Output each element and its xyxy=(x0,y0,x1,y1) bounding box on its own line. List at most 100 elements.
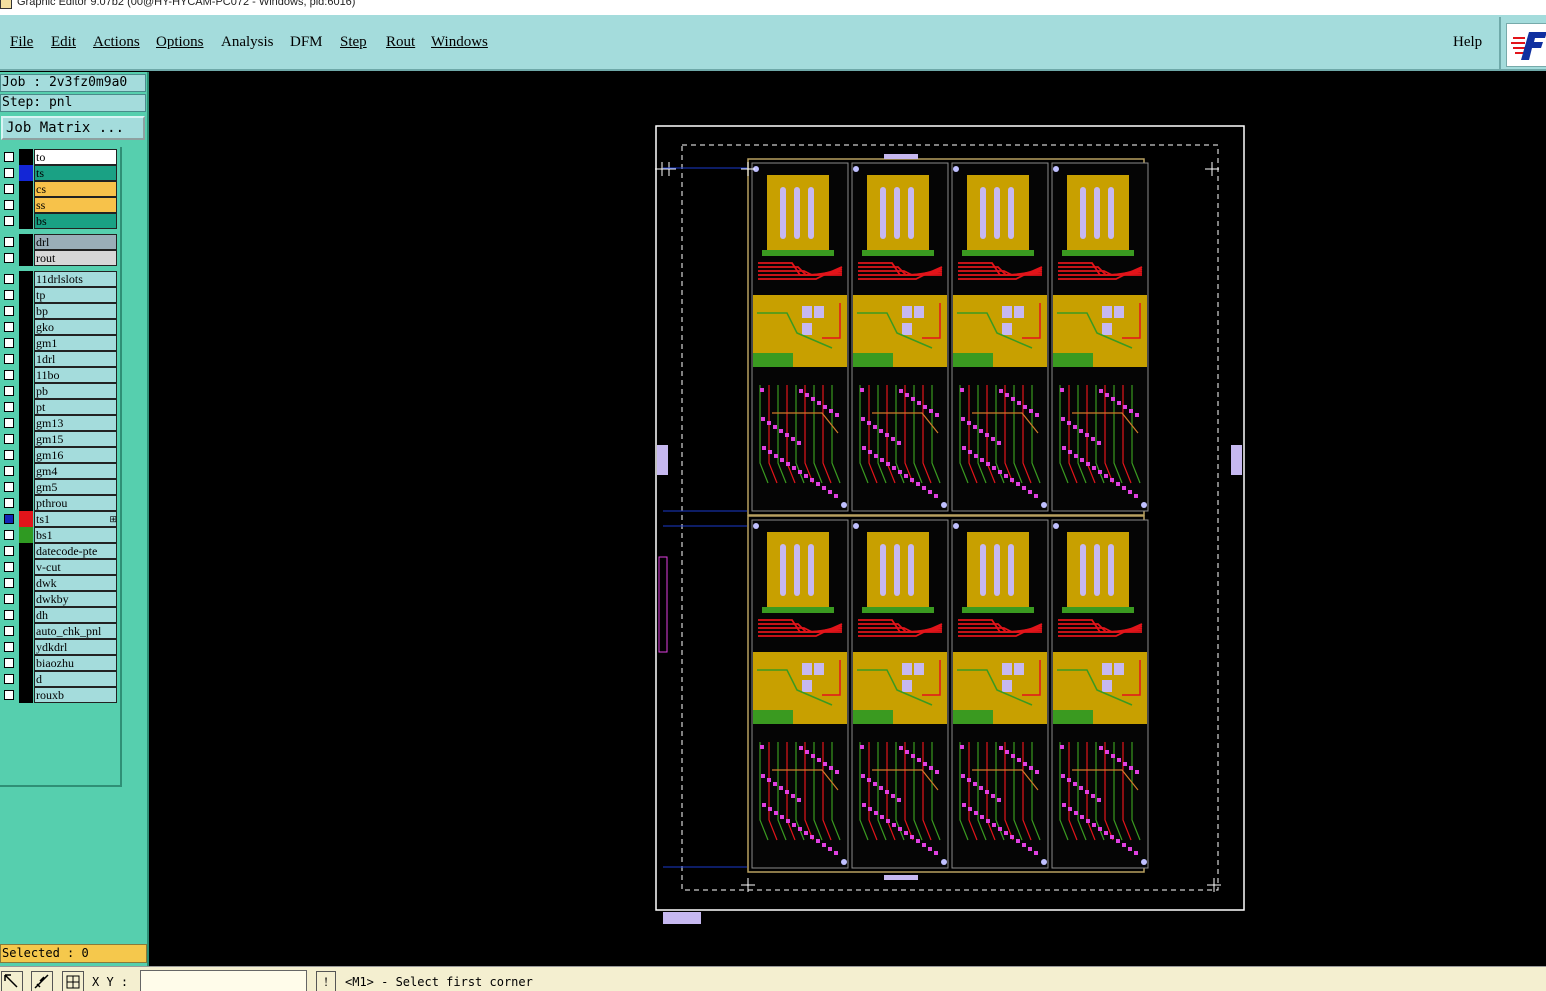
measure-tool-button[interactable] xyxy=(31,971,53,991)
layer-checkbox[interactable] xyxy=(4,434,14,444)
menu-edit[interactable]: Edit xyxy=(51,34,76,51)
layer-checkbox[interactable] xyxy=(4,152,14,162)
layer-name[interactable]: 11drlslots xyxy=(34,271,117,287)
layer-row-pt[interactable]: pt xyxy=(0,399,120,415)
menu-rout[interactable]: Rout xyxy=(386,34,415,51)
layer-checkbox[interactable] xyxy=(4,216,14,226)
layer-color-swatch[interactable] xyxy=(19,447,33,463)
layer-row-ss[interactable]: ss xyxy=(0,197,120,213)
layer-color-swatch[interactable] xyxy=(19,511,33,527)
warning-button[interactable]: ! xyxy=(316,971,336,991)
layer-name[interactable]: ss xyxy=(34,197,117,213)
layer-row-gm13[interactable]: gm13 xyxy=(0,415,120,431)
grid-tool-button[interactable] xyxy=(62,971,84,991)
layer-name[interactable]: drl xyxy=(34,234,117,250)
layer-checkbox[interactable] xyxy=(4,498,14,508)
layer-color-swatch[interactable] xyxy=(19,351,33,367)
layer-name[interactable]: rouxb xyxy=(34,687,117,703)
layer-row-gm1[interactable]: gm1 xyxy=(0,335,120,351)
layer-color-swatch[interactable] xyxy=(19,383,33,399)
layer-name[interactable]: 11bo xyxy=(34,367,117,383)
layer-color-swatch[interactable] xyxy=(19,335,33,351)
menu-options[interactable]: Options xyxy=(156,34,204,51)
layer-color-swatch[interactable] xyxy=(19,607,33,623)
layer-row-datecode-pte[interactable]: datecode-pte xyxy=(0,543,120,559)
layer-row-bs1[interactable]: bs1 xyxy=(0,527,120,543)
layer-checkbox[interactable] xyxy=(4,594,14,604)
menu-analysis[interactable]: Analysis xyxy=(221,34,274,51)
layer-color-swatch[interactable] xyxy=(19,639,33,655)
layer-checkbox[interactable] xyxy=(4,674,14,684)
layer-color-swatch[interactable] xyxy=(19,415,33,431)
layer-color-swatch[interactable] xyxy=(19,271,33,287)
layer-row-ydkdrl[interactable]: ydkdrl xyxy=(0,639,120,655)
layer-row-auto_chk_pnl[interactable]: auto_chk_pnl xyxy=(0,623,120,639)
layer-name[interactable]: gm16 xyxy=(34,447,117,463)
layer-checkbox[interactable] xyxy=(4,626,14,636)
layer-checkbox[interactable] xyxy=(4,658,14,668)
layer-name[interactable]: tp xyxy=(34,287,117,303)
layer-checkbox[interactable] xyxy=(4,322,14,332)
layer-color-swatch[interactable] xyxy=(19,149,33,165)
layer-row-gm16[interactable]: gm16 xyxy=(0,447,120,463)
menu-actions[interactable]: Actions xyxy=(93,34,140,51)
layer-checkbox[interactable] xyxy=(4,168,14,178)
menu-file[interactable]: File xyxy=(10,34,33,51)
layer-row-rouxb[interactable]: rouxb xyxy=(0,687,120,703)
layer-color-swatch[interactable] xyxy=(19,399,33,415)
layer-color-swatch[interactable] xyxy=(19,431,33,447)
layer-name[interactable]: ts1 xyxy=(34,511,117,527)
layer-checkbox[interactable] xyxy=(4,354,14,364)
menu-windows[interactable]: Windows xyxy=(431,34,488,51)
layer-color-swatch[interactable] xyxy=(19,197,33,213)
layer-name[interactable]: ydkdrl xyxy=(34,639,117,655)
layer-row-bp[interactable]: bp xyxy=(0,303,120,319)
layer-name[interactable]: gm13 xyxy=(34,415,117,431)
layer-row-dwkby[interactable]: dwkby xyxy=(0,591,120,607)
layer-row-ts[interactable]: ts xyxy=(0,165,120,181)
layer-color-swatch[interactable] xyxy=(19,250,33,266)
layer-checkbox[interactable] xyxy=(4,690,14,700)
layer-color-swatch[interactable] xyxy=(19,367,33,383)
layer-checkbox[interactable] xyxy=(4,237,14,247)
layer-color-swatch[interactable] xyxy=(19,287,33,303)
layer-name[interactable]: pt xyxy=(34,399,117,415)
layer-checkbox[interactable] xyxy=(4,610,14,620)
panel-drawing[interactable] xyxy=(151,72,1546,966)
graphic-canvas[interactable] xyxy=(151,72,1546,966)
layer-name[interactable]: gm1 xyxy=(34,335,117,351)
layer-name[interactable]: gm5 xyxy=(34,479,117,495)
layer-color-swatch[interactable] xyxy=(19,213,33,229)
layer-color-swatch[interactable] xyxy=(19,463,33,479)
layer-checkbox[interactable] xyxy=(4,546,14,556)
pointer-tool-button[interactable] xyxy=(1,971,23,991)
layer-name[interactable]: gm15 xyxy=(34,431,117,447)
layer-row-gko[interactable]: gko xyxy=(0,319,120,335)
layer-name[interactable]: 1drl xyxy=(34,351,117,367)
layer-row-11bo[interactable]: 11bo xyxy=(0,367,120,383)
layer-row-pthrou[interactable]: pthrou xyxy=(0,495,120,511)
layer-checkbox[interactable] xyxy=(4,386,14,396)
layer-name[interactable]: rout xyxy=(34,250,117,266)
layer-checkbox[interactable] xyxy=(4,402,14,412)
layer-row-rout[interactable]: rout xyxy=(0,250,120,266)
menu-step[interactable]: Step xyxy=(340,34,367,51)
layer-color-swatch[interactable] xyxy=(19,234,33,250)
layer-color-swatch[interactable] xyxy=(19,479,33,495)
layer-color-swatch[interactable] xyxy=(19,495,33,511)
layer-row-dwk[interactable]: dwk xyxy=(0,575,120,591)
layer-name[interactable]: v-cut xyxy=(34,559,117,575)
xy-input[interactable] xyxy=(140,970,307,991)
layer-checkbox[interactable] xyxy=(4,274,14,284)
layer-name[interactable]: bs1 xyxy=(34,527,117,543)
layer-color-swatch[interactable] xyxy=(19,543,33,559)
layer-name[interactable]: bp xyxy=(34,303,117,319)
layer-row-tp[interactable]: tp xyxy=(0,287,120,303)
layer-name[interactable]: bs xyxy=(34,213,117,229)
layer-color-swatch[interactable] xyxy=(19,181,33,197)
layer-checkbox[interactable] xyxy=(4,642,14,652)
layer-color-swatch[interactable] xyxy=(19,591,33,607)
layer-name[interactable]: gko xyxy=(34,319,117,335)
layer-color-swatch[interactable] xyxy=(19,575,33,591)
layer-checkbox[interactable] xyxy=(4,290,14,300)
